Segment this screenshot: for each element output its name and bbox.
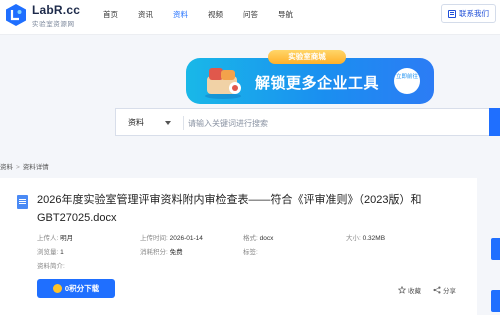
breadcrumb-current: 资料详情 xyxy=(22,164,49,171)
download-button[interactable]: 0积分下载 xyxy=(37,279,115,298)
meta-format: 格式: docx xyxy=(243,235,274,242)
labr-logo-icon[interactable] xyxy=(4,3,28,27)
share-icon xyxy=(433,286,441,294)
search-category-select[interactable]: 资料 xyxy=(128,117,144,128)
document-icon xyxy=(17,195,28,209)
search-input[interactable] xyxy=(188,114,478,132)
logo-name[interactable]: LabR.cc xyxy=(32,3,80,17)
banner-title: 解锁更多企业工具 xyxy=(255,75,380,92)
toolbox-illustration-icon xyxy=(205,68,241,99)
search-button[interactable] xyxy=(489,108,500,136)
breadcrumb-separator-icon: > xyxy=(16,164,20,171)
contact-us-button[interactable]: 联系我们 xyxy=(441,4,496,23)
star-icon xyxy=(398,286,406,294)
logo-subtitle: 实验室资源网 xyxy=(32,21,75,28)
side-float-button-2[interactable] xyxy=(491,290,500,312)
nav-news[interactable]: 资讯 xyxy=(138,9,153,20)
side-float-button[interactable] xyxy=(491,238,500,260)
contact-us-label: 联系我们 xyxy=(459,9,489,18)
meta-tags: 标签: xyxy=(243,249,258,256)
breadcrumb-resources[interactable]: 资料 xyxy=(0,164,13,171)
search-bar: 资料 xyxy=(115,108,500,136)
nav-resources[interactable]: 资料 xyxy=(173,9,188,20)
banner-go-button[interactable]: 立即前往 xyxy=(394,68,420,94)
nav-navigation[interactable]: 导航 xyxy=(278,9,293,20)
document-title: 2026年度实验室管理评审资料附内审检查表——符合《评审准则》（2023版）和G… xyxy=(37,194,422,224)
meta-uploader: 上传人: 明月 xyxy=(37,235,74,242)
download-label: 0积分下载 xyxy=(64,284,100,293)
message-icon xyxy=(448,9,456,18)
meta-intro: 资料简介: xyxy=(37,263,65,270)
meta-size: 大小: 0.32MB xyxy=(346,235,386,242)
banner-tag: 实验室商城 xyxy=(268,50,346,64)
favorite-button[interactable]: 收藏 xyxy=(398,285,421,295)
meta-points: 消耗积分: 免费 xyxy=(140,249,183,256)
promo-banner[interactable]: 实验室商城 解锁更多企业工具 立即前往 xyxy=(186,50,434,105)
coin-icon xyxy=(52,284,62,293)
meta-views: 浏览量: 1 xyxy=(37,249,64,256)
document-card: 2026年度实验室管理评审资料附内审检查表——符合《评审准则》（2023版）和G… xyxy=(0,178,477,315)
top-header: LabR.cc 实验室资源网 首页 资讯 资料 视频 问答 导航 联系我们 xyxy=(0,0,500,35)
meta-upload-time: 上传时间: 2026-01-14 xyxy=(140,235,203,242)
chevron-down-icon[interactable] xyxy=(165,121,171,125)
main-nav: 首页 资讯 资料 视频 问答 导航 xyxy=(103,9,313,20)
nav-home[interactable]: 首页 xyxy=(103,9,118,20)
nav-qa[interactable]: 问答 xyxy=(243,9,258,20)
search-divider xyxy=(183,116,184,130)
share-button[interactable]: 分享 xyxy=(433,285,456,295)
nav-videos[interactable]: 视频 xyxy=(208,9,223,20)
breadcrumb: 资料 > 资料详情 xyxy=(0,161,49,171)
